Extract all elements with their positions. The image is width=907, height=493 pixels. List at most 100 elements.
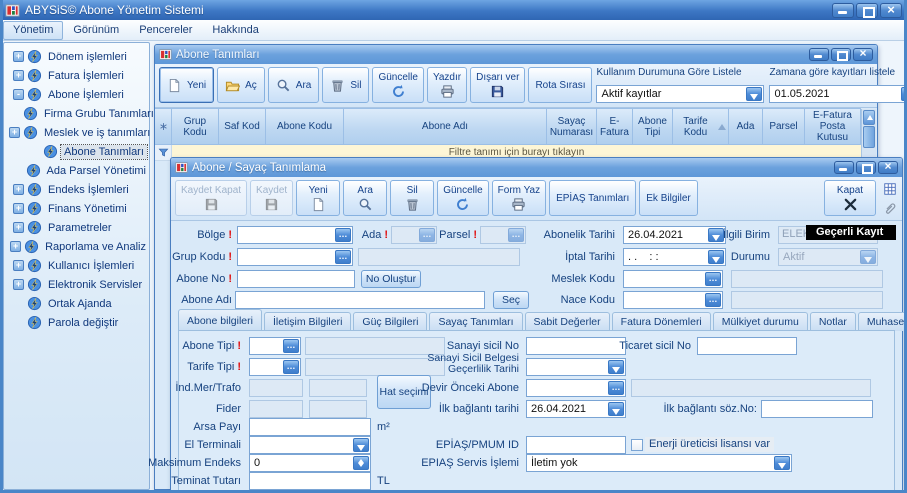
search-button[interactable]: Ara bbox=[343, 180, 388, 216]
paperclip-icon[interactable] bbox=[883, 202, 897, 216]
minimize-button[interactable] bbox=[832, 2, 854, 18]
tab-guc-bilgileri[interactable]: Güç Bilgileri bbox=[353, 312, 428, 331]
tree-item-kullanici-islemleri[interactable]: + Kullanıcı İşlemleri bbox=[6, 256, 149, 275]
column-header-abone-adi[interactable]: Abone Adı bbox=[344, 109, 547, 145]
grid-vertical-scrollbar[interactable] bbox=[861, 109, 876, 162]
column-header-sayac-numarasi[interactable]: Sayaç Numarası bbox=[547, 109, 597, 145]
tree-item-abone-islemleri[interactable]: - Abone İşlemleri bbox=[6, 85, 149, 104]
win1-minimize-button[interactable] bbox=[809, 48, 829, 61]
expand-plus-icon[interactable]: + bbox=[13, 51, 24, 62]
epias-pmum-id-input[interactable] bbox=[526, 436, 626, 454]
expand-plus-icon[interactable]: + bbox=[13, 203, 24, 214]
expand-plus-icon[interactable]: + bbox=[13, 279, 24, 290]
collapse-minus-icon[interactable]: - bbox=[13, 89, 24, 100]
chevron-down-icon[interactable] bbox=[901, 87, 907, 101]
tree-item-elektronik-servisler[interactable]: + Elektronik Servisler bbox=[6, 275, 149, 294]
tree-item-fatura-islemleri[interactable]: + Fatura İşlemleri bbox=[6, 66, 149, 85]
column-header-e-fatura[interactable]: E-Fatura bbox=[597, 109, 633, 145]
column-header-saf-kod[interactable]: Saf Kod bbox=[219, 109, 266, 145]
tab-muhasebe-kodlari[interactable]: Muhasebe Kodları bbox=[857, 312, 907, 331]
column-header-e-fatura-posta-kutusu[interactable]: E-Fatura Posta Kutusu bbox=[805, 109, 861, 145]
tree-item-abone-tanimlari[interactable]: Abone Tanımları bbox=[6, 142, 149, 161]
column-header-abone-kodu[interactable]: Abone Kodu bbox=[266, 109, 344, 145]
maksimum-endeks-spinner[interactable]: 0 bbox=[249, 454, 371, 472]
expand-plus-icon[interactable]: + bbox=[9, 127, 20, 138]
teminat-tutari-input[interactable] bbox=[249, 472, 371, 490]
expand-plus-icon[interactable]: + bbox=[13, 222, 24, 233]
tree-item-ortak-ajanda[interactable]: Ortak Ajanda bbox=[6, 294, 149, 313]
meslek-kodu-combo[interactable] bbox=[623, 270, 723, 288]
ellipsis-lookup-icon[interactable] bbox=[283, 360, 299, 374]
win2-kapat-button[interactable]: Kapat bbox=[824, 180, 876, 216]
tree-item-firma-grubu-tanimlari[interactable]: Firma Grubu Tanımları bbox=[6, 104, 154, 123]
ilk-baglanti-soz-no-input[interactable] bbox=[761, 400, 873, 418]
chevron-down-icon[interactable] bbox=[746, 87, 763, 101]
column-header-tarife-kodu[interactable]: Tarife Kodu bbox=[673, 109, 729, 145]
maximize-button[interactable] bbox=[856, 2, 878, 18]
column-header-parsel[interactable]: Parsel bbox=[763, 109, 805, 145]
tab-mulkiyet-durumu[interactable]: Mülkiyet durumu bbox=[712, 312, 808, 331]
scroll-up-icon[interactable] bbox=[863, 110, 875, 125]
win1-maximize-button[interactable] bbox=[831, 48, 851, 61]
arsa-payi-input[interactable] bbox=[249, 418, 371, 436]
tree-item-raporlama-ve-analiz[interactable]: + Raporlama ve Analiz bbox=[6, 237, 149, 256]
enerji-lisansi-checkbox[interactable] bbox=[631, 439, 643, 451]
tree-item-parametreler[interactable]: + Parametreler bbox=[6, 218, 149, 237]
ellipsis-lookup-icon[interactable] bbox=[283, 339, 299, 353]
tab-fatura-donemleri[interactable]: Fatura Dönemleri bbox=[611, 312, 711, 331]
ilk-baglanti-tarihi-combo[interactable]: 26.04.2021 bbox=[526, 400, 626, 418]
bolge-combo[interactable] bbox=[237, 226, 353, 244]
tree-item-finans-yonetimi[interactable]: + Finans Yönetimi bbox=[6, 199, 149, 218]
new-button[interactable]: Yeni bbox=[159, 67, 215, 103]
expand-plus-icon[interactable]: + bbox=[13, 70, 24, 81]
usage-filter-combo[interactable]: Aktif kayıtlar bbox=[596, 85, 765, 103]
el-terminali-combo[interactable] bbox=[249, 436, 371, 454]
abone-adi-input[interactable] bbox=[235, 291, 485, 309]
open-button[interactable]: Aç bbox=[217, 67, 265, 103]
refresh-button[interactable]: Güncelle bbox=[437, 180, 489, 216]
tarife-tipi-combo[interactable] bbox=[249, 358, 301, 376]
chevron-down-icon[interactable] bbox=[353, 438, 369, 452]
column-header-ada[interactable]: Ada bbox=[729, 109, 763, 145]
menu-pencereler[interactable]: Pencereler bbox=[129, 21, 202, 40]
expand-plus-icon[interactable]: + bbox=[10, 241, 22, 252]
expand-plus-icon[interactable]: + bbox=[13, 260, 24, 271]
menu-yonetim[interactable]: Yönetim bbox=[3, 20, 64, 40]
abone-no-input[interactable] bbox=[237, 270, 355, 288]
win2-close-button[interactable] bbox=[878, 159, 898, 174]
route-order-button[interactable]: Rota Sırası bbox=[528, 67, 593, 103]
tab-abone-bilgileri[interactable]: Abone bilgileri bbox=[178, 309, 262, 331]
ellipsis-lookup-icon[interactable] bbox=[335, 228, 351, 242]
sanayi-sicil-input[interactable] bbox=[526, 337, 626, 355]
expand-plus-icon[interactable]: + bbox=[13, 184, 24, 195]
delete-button[interactable]: Sil bbox=[322, 67, 370, 103]
tab-iletisim-bilgileri[interactable]: İletişim Bilgileri bbox=[263, 312, 352, 331]
nace-kodu-combo[interactable] bbox=[623, 291, 723, 309]
chevron-down-icon[interactable] bbox=[608, 402, 624, 416]
tree-item-ada-parsel-yonetimi[interactable]: Ada Parsel Yönetimi bbox=[6, 161, 149, 180]
chevron-down-icon[interactable] bbox=[860, 250, 876, 264]
ellipsis-lookup-icon[interactable] bbox=[335, 250, 351, 264]
search-button[interactable]: Ara bbox=[267, 67, 320, 103]
delete-button[interactable]: Sil bbox=[390, 180, 435, 216]
abone-tipi-combo[interactable] bbox=[249, 337, 301, 355]
menu-hakkinda[interactable]: Hakkında bbox=[202, 21, 268, 40]
tab-notlar[interactable]: Notlar bbox=[809, 312, 856, 331]
date-filter-combo[interactable]: 01.05.2021 bbox=[769, 85, 907, 103]
ellipsis-lookup-icon[interactable] bbox=[705, 272, 721, 286]
tree-item-parola-degistir[interactable]: Parola değiştir bbox=[6, 313, 149, 332]
column-header-abone-tipi[interactable]: Abone Tipi bbox=[633, 109, 673, 145]
form-print-button[interactable]: Form Yaz bbox=[491, 180, 547, 216]
durumu-combo[interactable]: Aktif bbox=[778, 248, 878, 266]
ellipsis-lookup-icon[interactable] bbox=[419, 228, 435, 242]
print-button[interactable]: Yazdır bbox=[426, 67, 468, 103]
no-olustur-button[interactable]: No Oluştur bbox=[361, 270, 421, 288]
epias-tanimlari-button[interactable]: EPİAŞ Tanımları bbox=[549, 180, 637, 216]
ada-combo[interactable] bbox=[391, 226, 437, 244]
tree-item-endeks-islemleri[interactable]: + Endeks İşlemleri bbox=[6, 180, 149, 199]
menu-gorunum[interactable]: Görünüm bbox=[63, 21, 129, 40]
win1-close-button[interactable] bbox=[853, 46, 873, 61]
grid-view-icon[interactable] bbox=[883, 182, 897, 196]
tree-item-donem-islemleri[interactable]: + Dönem işlemleri bbox=[6, 47, 149, 66]
tab-sabit-degerler[interactable]: Sabit Değerler bbox=[524, 312, 610, 331]
